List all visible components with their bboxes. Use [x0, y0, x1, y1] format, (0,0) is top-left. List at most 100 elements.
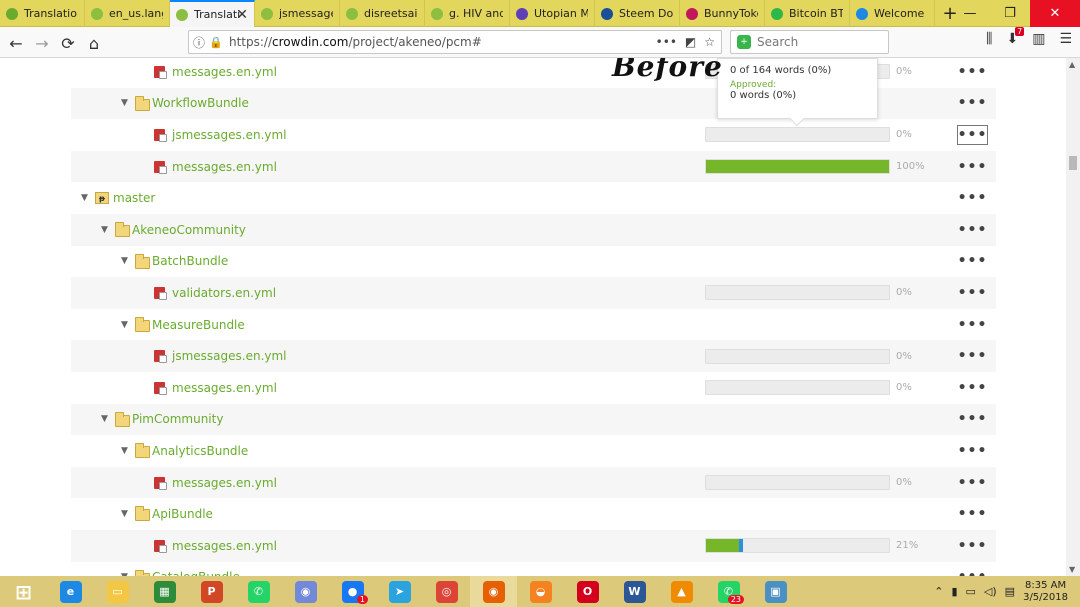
progress-bar[interactable]: [705, 127, 890, 143]
close-window-button[interactable]: ✕: [1030, 0, 1080, 27]
more-options-button[interactable]: •••: [957, 157, 988, 177]
more-options-button[interactable]: •••: [957, 441, 988, 461]
more-options-button[interactable]: •••: [957, 504, 988, 524]
telegram-app[interactable]: ➤: [376, 576, 423, 607]
discord-app[interactable]: ◉: [282, 576, 329, 607]
item-name[interactable]: ApiBundle: [152, 507, 213, 521]
vlc-app[interactable]: ▲: [658, 576, 705, 607]
pocket-icon[interactable]: ◩: [685, 35, 696, 49]
more-options-button[interactable]: •••: [957, 346, 988, 366]
more-options-button[interactable]: •••: [957, 536, 988, 556]
word-app[interactable]: W: [611, 576, 658, 607]
clock[interactable]: 8:35 AM 3/5/2018: [1023, 580, 1068, 604]
page-actions-icon[interactable]: •••: [656, 35, 677, 49]
start-button[interactable]: ⊞: [0, 576, 47, 607]
file-row[interactable]: jsmessages.en.yml 0% •••: [71, 119, 996, 151]
action-center-icon[interactable]: ▤: [1005, 585, 1015, 598]
store-app[interactable]: ▦: [141, 576, 188, 607]
tab-close-icon[interactable]: ✕: [236, 7, 248, 23]
home-button[interactable]: ⌂: [82, 31, 106, 55]
file-row[interactable]: messages.en.yml 100% •••: [71, 150, 996, 183]
battery-icon[interactable]: ▭: [966, 585, 976, 598]
item-name[interactable]: AnalyticsBundle: [152, 444, 248, 458]
forward-button[interactable]: →: [30, 31, 54, 55]
folder-row[interactable]: ▼CatalogBundle•••: [71, 562, 996, 576]
photos-app[interactable]: ▣: [752, 576, 799, 607]
more-options-button[interactable]: •••: [957, 93, 988, 113]
bookmark-star-icon[interactable]: ☆: [704, 35, 715, 49]
item-name[interactable]: MeasureBundle: [152, 318, 245, 332]
more-options-button[interactable]: •••: [957, 315, 988, 335]
browser-tab[interactable]: Welcome | A: [850, 0, 935, 27]
item-name[interactable]: messages.en.yml: [172, 160, 277, 174]
item-name[interactable]: messages.en.yml: [172, 476, 277, 490]
vertical-scrollbar[interactable]: ▲ ▼: [1066, 58, 1080, 576]
whatsapp-app[interactable]: ✆: [235, 576, 282, 607]
more-options-button[interactable]: •••: [957, 378, 988, 398]
more-options-button[interactable]: •••: [957, 283, 988, 303]
folder-row[interactable]: ▼ MeasureBundle •••: [71, 309, 996, 341]
progress-bar[interactable]: [705, 285, 890, 301]
item-name[interactable]: jsmessages.en.yml: [172, 128, 287, 142]
progress-bar[interactable]: [705, 159, 890, 175]
file-row[interactable]: validators.en.yml 0% •••: [71, 277, 996, 309]
more-options-button[interactable]: •••: [957, 124, 988, 145]
more-options-button[interactable]: •••: [957, 409, 988, 429]
branch-row[interactable]: ▼ ᵽ master •••: [71, 182, 996, 214]
expand-caret-icon[interactable]: ▼: [121, 446, 128, 456]
browser-tab[interactable]: g. HIV and A: [425, 0, 510, 27]
explorer-app[interactable]: ▭: [94, 576, 141, 607]
powerpoint-app[interactable]: P: [188, 576, 235, 607]
restore-button[interactable]: ❐: [990, 0, 1030, 27]
reload-button[interactable]: ⟳: [56, 31, 80, 55]
expand-caret-icon[interactable]: ▼: [101, 414, 108, 424]
progress-bar[interactable]: [705, 380, 890, 396]
browser-tab[interactable]: Translati ✕: [170, 0, 255, 27]
expand-caret-icon[interactable]: ▼: [121, 98, 128, 108]
more-options-button[interactable]: •••: [957, 62, 988, 82]
sidebar-icon[interactable]: ▥: [1032, 31, 1045, 47]
folder-row[interactable]: ▼ PimCommunity •••: [71, 403, 996, 436]
item-name[interactable]: messages.en.yml: [172, 539, 277, 553]
menu-icon[interactable]: ☰: [1059, 31, 1072, 47]
item-name[interactable]: master: [113, 191, 155, 205]
info-icon[interactable]: ⓘ: [189, 34, 209, 51]
library-icon[interactable]: ⫼: [986, 31, 992, 47]
scrollbar-thumb[interactable]: [1069, 156, 1077, 170]
progress-bar[interactable]: [705, 475, 890, 491]
item-name[interactable]: WorkflowBundle: [152, 96, 249, 110]
item-name[interactable]: validators.en.yml: [172, 286, 276, 300]
item-name[interactable]: messages.en.yml: [172, 381, 277, 395]
more-options-button[interactable]: •••: [957, 567, 988, 576]
browser-tab[interactable]: Steem Dolla: [595, 0, 680, 27]
minimize-button[interactable]: —: [950, 0, 990, 27]
browser-tab[interactable]: BunnyToken: [680, 0, 765, 27]
volume-icon[interactable]: ◁): [984, 585, 997, 598]
opera-app[interactable]: O: [564, 576, 611, 607]
item-name[interactable]: messages.en.yml: [172, 65, 277, 79]
url-text[interactable]: https://crowdin.com/project/akeneo/pcm#: [229, 35, 656, 49]
progress-bar[interactable]: [705, 348, 890, 364]
file-row[interactable]: jsmessages.en.yml 0% •••: [71, 340, 996, 372]
back-button[interactable]: ←: [4, 31, 28, 55]
addon-icon[interactable]: ⬇ 7: [1006, 27, 1025, 47]
item-name[interactable]: PimCommunity: [132, 412, 223, 426]
browser-tab[interactable]: disreetsaint': [340, 0, 425, 27]
item-name[interactable]: AkeneoCommunity: [132, 223, 246, 237]
item-name[interactable]: BatchBundle: [152, 254, 228, 268]
whatsapp2-app[interactable]: ✆ 23: [705, 576, 752, 607]
browser-tab[interactable]: en_us.lang.p: [85, 0, 170, 27]
folder-row[interactable]: ▼ AkeneoCommunity •••: [71, 214, 996, 246]
network-icon[interactable]: ▮: [951, 585, 957, 598]
more-options-button[interactable]: •••: [957, 188, 988, 208]
browser-tab[interactable]: jsmessages.e: [255, 0, 340, 27]
expand-caret-icon[interactable]: ▼: [81, 193, 88, 203]
expand-caret-icon[interactable]: ▼: [101, 225, 108, 235]
browser-tab[interactable]: Translatio: [0, 0, 85, 27]
folder-row[interactable]: ▼ BatchBundle •••: [71, 246, 996, 278]
more-options-button[interactable]: •••: [957, 220, 988, 240]
chrome-app[interactable]: ◎: [423, 576, 470, 607]
file-row[interactable]: messages.en.yml 21% •••: [71, 530, 996, 562]
folder-row[interactable]: ▼ ApiBundle •••: [71, 498, 996, 530]
firefox-app[interactable]: ◉: [470, 576, 517, 607]
